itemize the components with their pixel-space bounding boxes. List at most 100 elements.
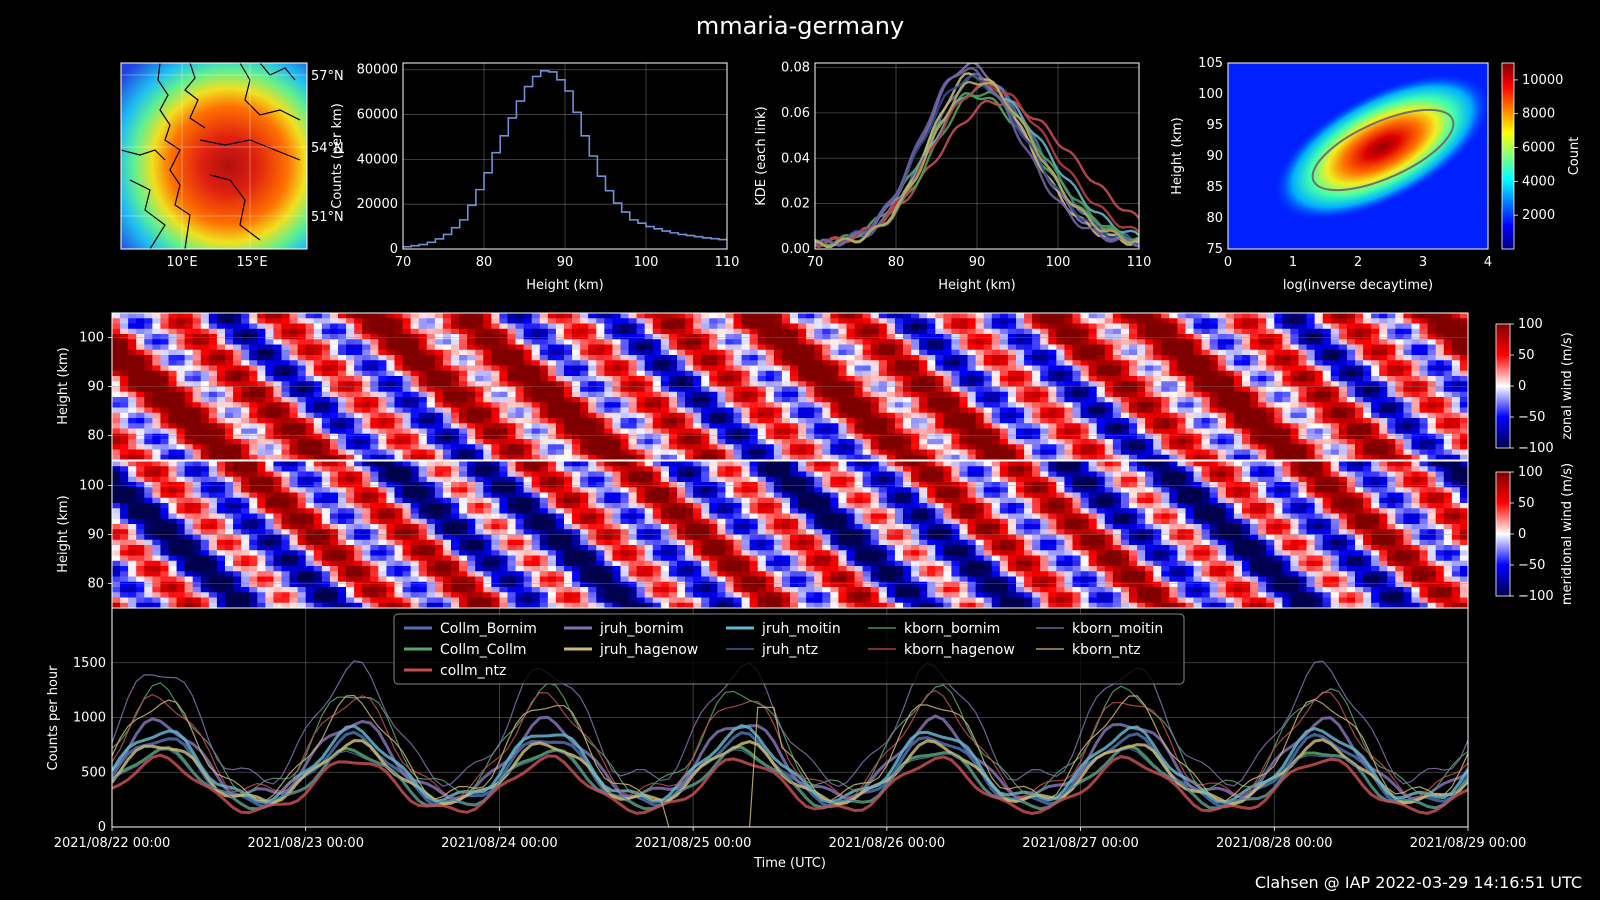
wind-cell — [1169, 444, 1179, 451]
wind-cell — [523, 339, 533, 346]
wind-cell — [1355, 407, 1364, 414]
wind-cell — [176, 360, 186, 367]
wind-cell — [200, 402, 210, 409]
wind-cell — [644, 449, 654, 456]
wind-cell — [1371, 360, 1380, 367]
wind-cell — [386, 449, 396, 456]
wind-cell — [378, 328, 388, 335]
wind-cell — [176, 365, 186, 372]
wind-cell — [1088, 334, 1098, 340]
wind-cell — [1040, 386, 1049, 393]
wind-cell — [136, 428, 145, 435]
wind-cell — [878, 397, 888, 403]
wind-cell — [394, 318, 404, 325]
wind-cell — [434, 439, 444, 445]
wind-cell — [1064, 355, 1074, 361]
wind-cell — [1201, 355, 1211, 361]
wind-cell — [1290, 323, 1300, 330]
wind-cell — [329, 344, 339, 351]
wind-cell — [1379, 323, 1388, 330]
wind-cell — [693, 313, 702, 319]
wind-cell — [1403, 355, 1413, 361]
wind-cell — [459, 439, 468, 445]
wind-cell — [313, 391, 323, 398]
wind-cell — [596, 370, 605, 377]
wind-cell — [297, 376, 307, 382]
wind-cell — [265, 355, 275, 361]
wind-cell — [1330, 355, 1340, 361]
wind-cell — [628, 402, 638, 409]
wind-cell — [555, 386, 565, 393]
wind-cell — [1096, 360, 1106, 367]
wind-cell — [112, 323, 121, 330]
wind-cell — [749, 355, 759, 361]
wind-cell — [451, 323, 460, 330]
wind-cell — [144, 376, 153, 382]
wind-cell — [967, 334, 977, 340]
wind-cell — [580, 355, 589, 361]
wind-cell — [1024, 439, 1033, 445]
wind-cell — [604, 313, 614, 319]
wind-cell — [539, 313, 549, 319]
wind-cell — [1419, 444, 1429, 451]
wind-cell — [636, 412, 646, 419]
wind-cell — [1250, 423, 1259, 430]
wind-cell — [596, 402, 605, 409]
wind-cell — [991, 339, 1001, 346]
wind-cell — [870, 402, 880, 409]
wind-cell — [1032, 397, 1041, 403]
wind-cell — [983, 433, 993, 440]
wind-cell — [1419, 328, 1429, 335]
wind-cell — [386, 439, 396, 445]
wind-cell — [717, 360, 727, 367]
wind-cell — [1419, 376, 1429, 382]
wind-cell — [451, 444, 460, 451]
wind-cell — [749, 402, 759, 409]
wind-cell — [1330, 323, 1340, 330]
wind-cell — [475, 328, 484, 335]
wind-cell — [168, 407, 178, 414]
wind-cell — [798, 402, 807, 409]
wind-cell — [636, 318, 646, 325]
wind-cell — [1306, 334, 1316, 340]
wind-cell — [903, 344, 912, 351]
wind-cell — [757, 370, 767, 377]
wind-cell — [136, 360, 145, 367]
wind-cell — [531, 323, 541, 330]
wind-cell — [919, 334, 928, 340]
wind-cell — [241, 349, 250, 356]
wind-cell — [1459, 370, 1469, 377]
wind-cell — [1129, 407, 1138, 414]
wind-cell — [329, 407, 339, 414]
tick-label: 100 — [79, 331, 104, 346]
wind-cell — [862, 412, 872, 419]
wind-cell — [725, 402, 735, 409]
wind-cell — [693, 360, 702, 367]
wind-cell — [402, 355, 412, 361]
wind-cell — [741, 439, 751, 445]
wind-cell — [297, 323, 307, 330]
wind-cell — [338, 323, 347, 330]
wind-cell — [225, 391, 234, 398]
wind-cell — [1088, 370, 1098, 377]
wind-cell — [1443, 423, 1453, 430]
wind-cell — [604, 439, 614, 445]
wind-cell — [1322, 386, 1332, 393]
wind-cell — [911, 370, 920, 377]
wind-cell — [975, 355, 985, 361]
wind-cell — [668, 328, 678, 335]
wind-cell — [491, 439, 501, 445]
wind-cell — [1217, 334, 1227, 340]
wind-cell — [830, 323, 840, 330]
wind-cell — [935, 433, 944, 440]
wind-cell — [120, 423, 129, 430]
wind-cell — [596, 376, 605, 382]
wind-cell — [329, 313, 339, 319]
wind-cell — [790, 339, 799, 346]
wind-cell — [685, 423, 694, 430]
wind-cell — [943, 391, 953, 398]
wind-cell — [451, 418, 460, 424]
wind-cell — [1233, 433, 1243, 440]
wind-cell — [846, 365, 856, 372]
wind-cell — [1306, 433, 1316, 440]
